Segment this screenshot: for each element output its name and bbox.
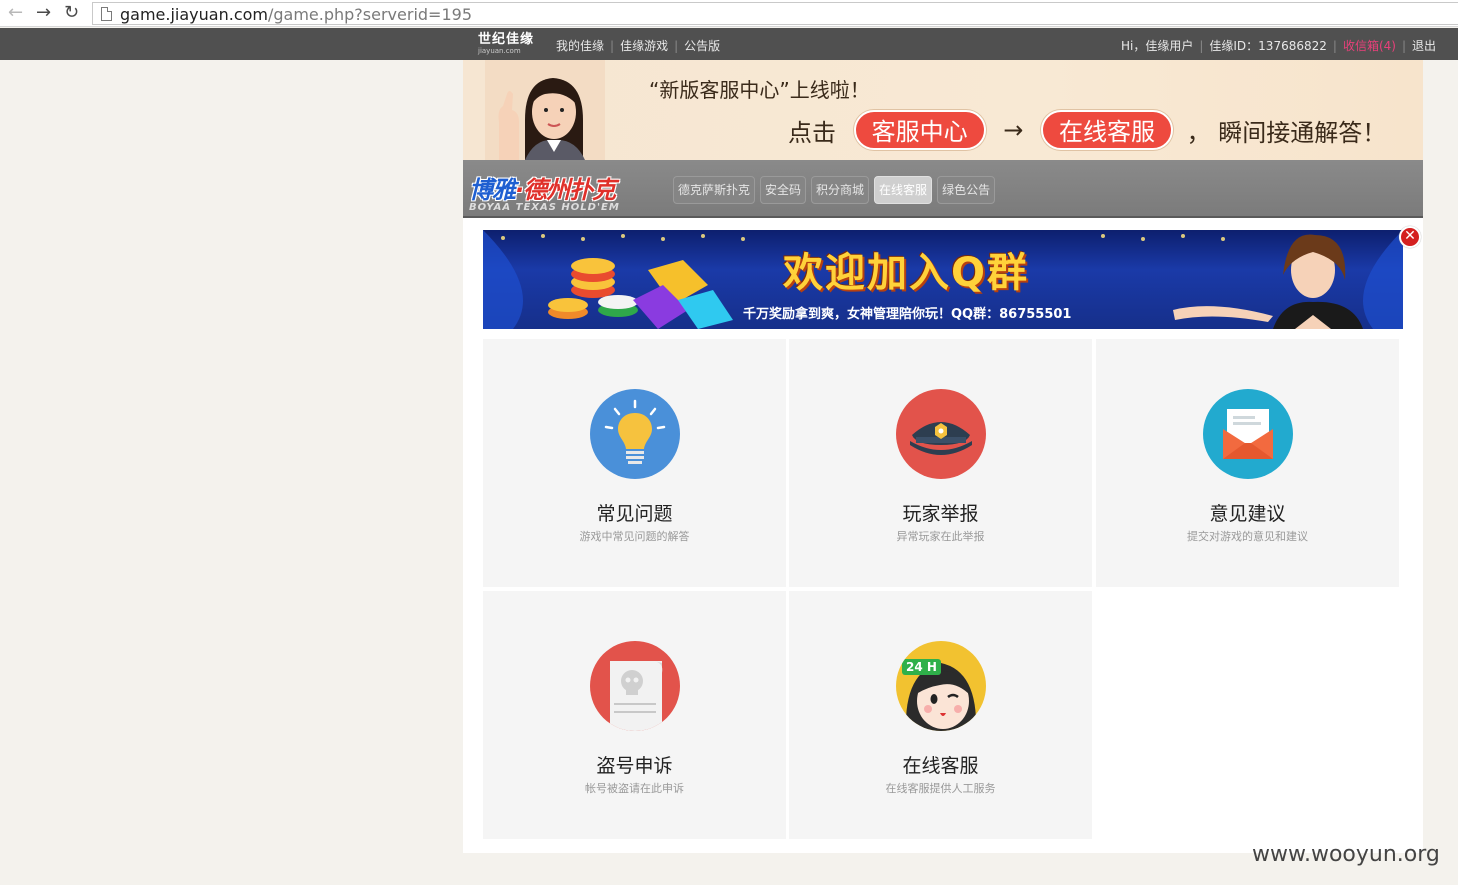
lightbulb-icon (590, 389, 680, 479)
qq-group-banner[interactable]: 欢迎加入Q群 千万奖励拿到爽，女神管理陪你玩！QQ群：86755501 (483, 230, 1403, 329)
tab-points-mall[interactable]: 积分商城 (811, 176, 870, 204)
card-title: 意见建议 (1209, 503, 1286, 525)
online-service-button[interactable]: 在线客服 (1041, 110, 1174, 150)
game-tabs: 德克萨斯扑克 安全码 积分商城 在线客服 绿色公告 (673, 176, 1000, 204)
promo-headline: “新版客服中心”上线啦！ (649, 78, 870, 102)
greeting: Hi，佳缘用户 (1120, 39, 1194, 53)
online-service-card[interactable]: 24 H 在线客服 在线客服提供人工服务 (789, 591, 1092, 839)
nav-notice-board[interactable]: 公告版 (684, 39, 720, 53)
forward-arrow-icon[interactable]: → (36, 2, 51, 24)
service-center-button[interactable]: 客服中心 (853, 110, 986, 150)
watermark-text: www.wooyun.org (1252, 842, 1440, 867)
close-icon[interactable]: ✕ (1399, 226, 1421, 248)
report-player-card[interactable]: 玩家举报 异常玩家在此举报 (789, 339, 1092, 587)
page-icon (101, 7, 112, 21)
back-arrow-icon[interactable]: ← (8, 2, 23, 24)
top-nav: 我的佳缘 | 佳缘游戏 | 公告版 (556, 39, 721, 53)
tab-green-notice[interactable]: 绿色公告 (937, 176, 996, 204)
qq-banner-subtitle: 千万奖励拿到爽，女神管理陪你玩！QQ群：86755501 (743, 307, 1072, 322)
envelope-icon (1203, 389, 1293, 479)
url-text[interactable]: game.jiayuan.com/game.php?serverid=195 (120, 5, 472, 24)
qq-banner-title: 欢迎加入Q群 (783, 250, 1030, 296)
user-area: Hi，佳缘用户 | 佳缘ID：137686822 | 收信箱(4) | 退出 (1120, 39, 1436, 53)
card-title: 盗号申诉 (596, 755, 673, 777)
user-id: 佳缘ID：137686822 (1209, 39, 1327, 53)
nav-jiayuan-games[interactable]: 佳缘游戏 (620, 39, 668, 53)
reload-icon[interactable]: ↻ (64, 2, 79, 24)
arrow-right-icon: → (1003, 116, 1024, 144)
skull-document-icon (590, 641, 680, 731)
card-title: 常见问题 (596, 503, 673, 525)
service-girl-icon: 24 H (896, 641, 986, 731)
site-topbar: 世纪佳缘 jiayuan.com 我的佳缘 | 佳缘游戏 | 公告版 Hi，佳缘用户 | 佳… (0, 28, 1458, 60)
police-cap-icon (896, 389, 986, 479)
feedback-card[interactable]: 意见建议 提交对游戏的意见和建议 (1096, 339, 1399, 587)
promo-click-text: 点击 (788, 118, 836, 147)
promo-girl-image (485, 60, 605, 160)
card-title: 玩家举报 (902, 503, 979, 525)
card-desc: 在线客服提供人工服务 (885, 782, 996, 795)
jiayuan-logo[interactable]: 世纪佳缘 jiayuan.com (478, 33, 536, 56)
boyaa-poker-logo[interactable]: 博雅·德州扑克 BOYAA TEXAS HOLD'EM (469, 170, 657, 214)
logout-link[interactable]: 退出 (1412, 39, 1436, 53)
24h-badge: 24 H (902, 659, 941, 675)
address-bar[interactable]: game.jiayuan.com/game.php?serverid=195 (92, 2, 1458, 25)
card-desc: 帐号被盗请在此申诉 (585, 782, 684, 795)
account-appeal-card[interactable]: 盗号申诉 帐号被盗请在此申诉 (483, 591, 786, 839)
browser-toolbar: ← → ↻ game.jiayuan.com/game.php?serverid… (0, 0, 1458, 27)
mailbox-link[interactable]: 收信箱(4) (1343, 39, 1396, 53)
main-panel: “新版客服中心”上线啦！ 点击 客服中心 → 在线客服 ， 瞬间接通解答！ 博雅… (463, 60, 1423, 853)
card-desc: 异常玩家在此举报 (896, 530, 985, 543)
card-desc: 游戏中常见问题的解答 (579, 530, 690, 543)
tab-texas-poker[interactable]: 德克萨斯扑克 (673, 176, 756, 204)
nav-my-jiayuan[interactable]: 我的佳缘 (556, 39, 604, 53)
promo-tail-text: ， 瞬间接通解答！ (1186, 118, 1387, 147)
faq-card[interactable]: 常见问题 游戏中常见问题的解答 (483, 339, 786, 587)
tab-online-service[interactable]: 在线客服 (874, 176, 933, 204)
tab-security-code[interactable]: 安全码 (760, 176, 807, 204)
card-title: 在线客服 (902, 755, 979, 777)
game-nav-bar: 博雅·德州扑克 BOYAA TEXAS HOLD'EM 德克萨斯扑克 安全码 积分商… (463, 160, 1423, 218)
card-desc: 提交对游戏的意见和建议 (1187, 530, 1308, 543)
promo-cta: 点击 客服中心 → 在线客服 ， 瞬间接通解答！ (788, 110, 1386, 150)
service-promo-banner[interactable]: “新版客服中心”上线啦！ 点击 客服中心 → 在线客服 ， 瞬间接通解答！ (463, 60, 1423, 160)
